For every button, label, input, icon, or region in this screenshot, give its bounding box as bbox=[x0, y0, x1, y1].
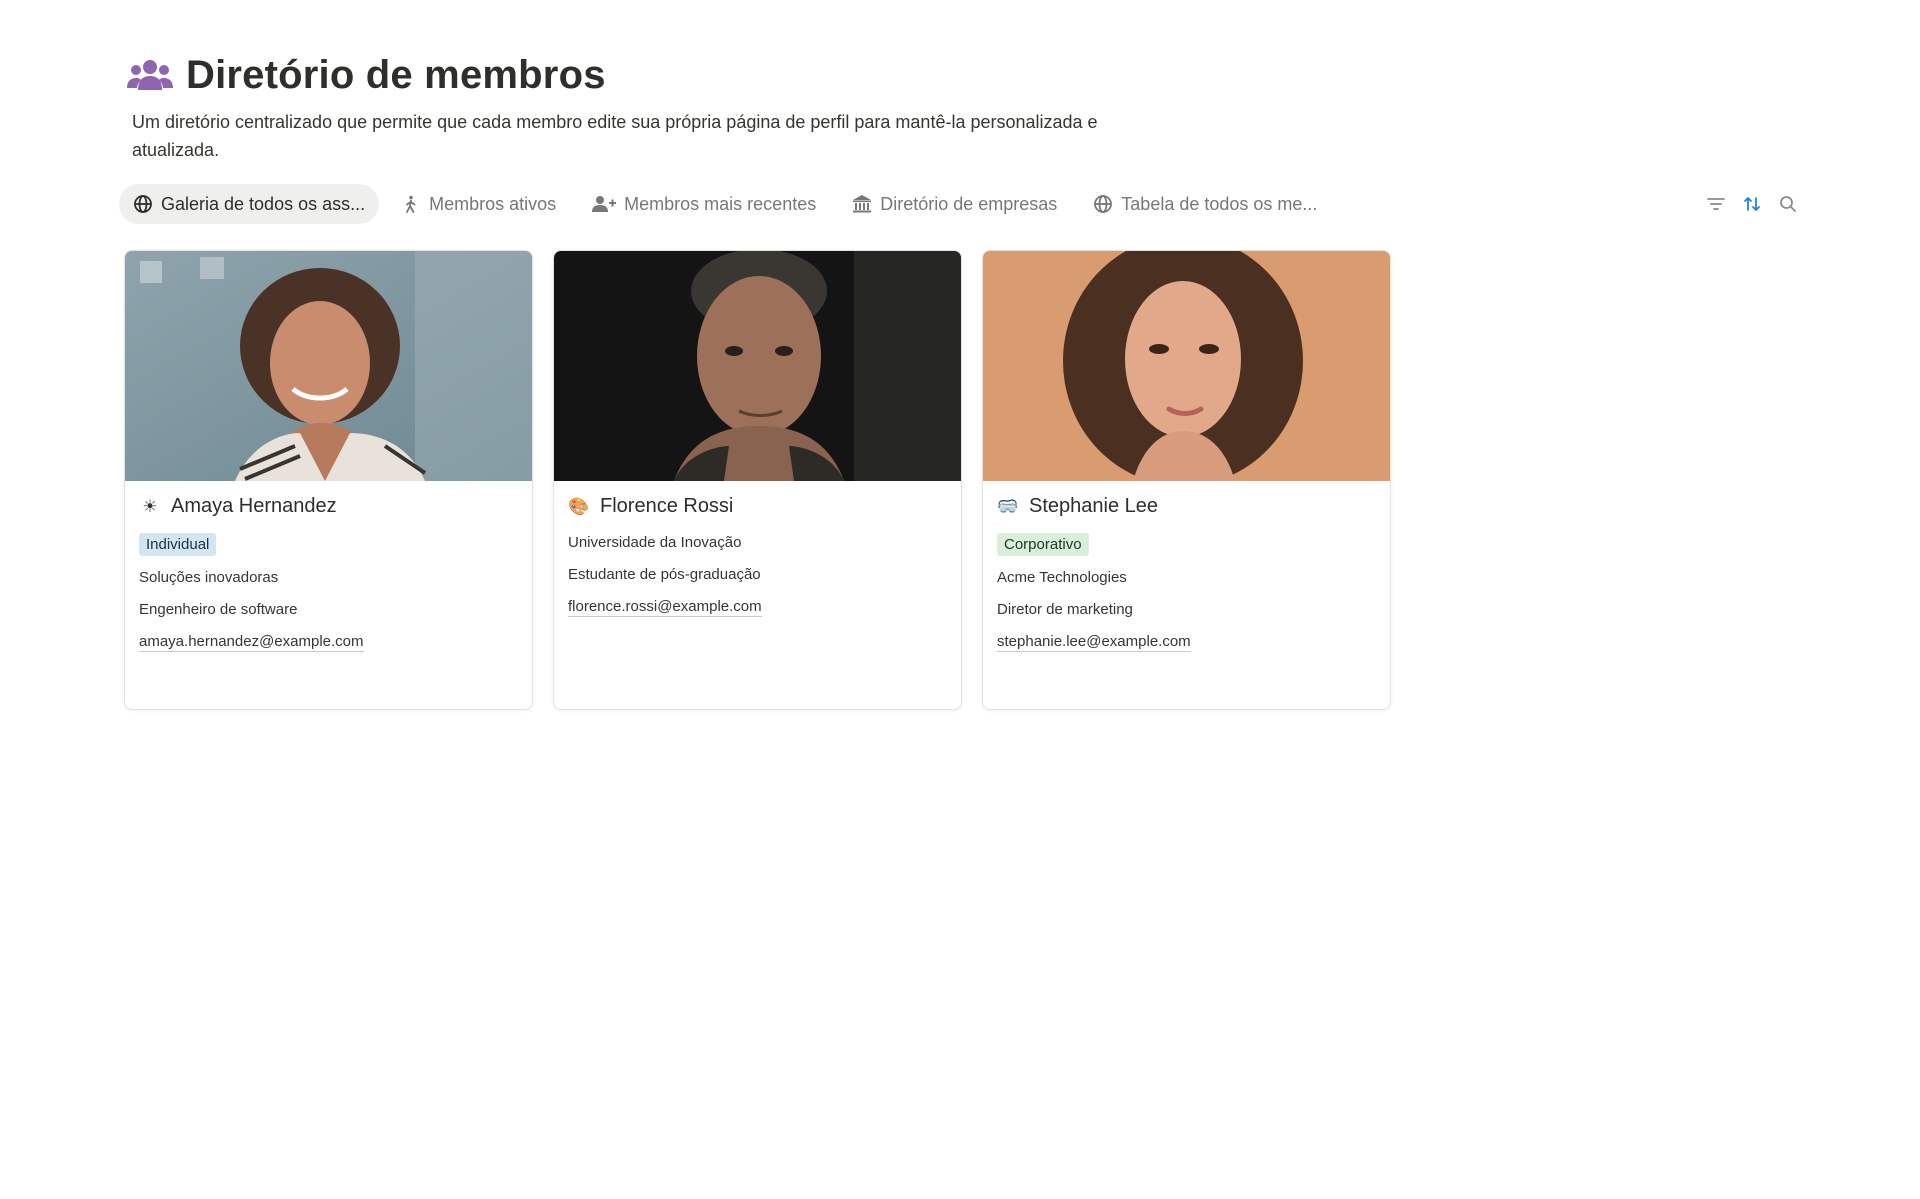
tab-label: Membros mais recentes bbox=[624, 193, 817, 214]
tab-label: Tabela de todos os me... bbox=[1121, 193, 1318, 214]
member-company: Universidade da Inovação bbox=[568, 534, 742, 551]
search-icon bbox=[1780, 196, 1796, 212]
title-row: Diretório de membros bbox=[126, 52, 1426, 98]
tab-membros-ativos[interactable]: Membros ativos bbox=[387, 184, 570, 224]
bank-icon bbox=[853, 195, 872, 213]
tab-membros-recentes[interactable]: Membros mais recentes bbox=[578, 184, 830, 224]
card-title-row: ☀ Amaya Hernandez bbox=[139, 493, 518, 519]
member-photo bbox=[983, 251, 1390, 481]
view-tabs-bar: Galeria de todos os ass... Membros ativo… bbox=[119, 183, 1809, 225]
member-email-link[interactable]: stephanie.lee@example.com bbox=[997, 633, 1191, 652]
member-email-link[interactable]: florence.rossi@example.com bbox=[568, 598, 762, 617]
palette-icon: 🎨 bbox=[568, 496, 590, 516]
filter-icon bbox=[1707, 198, 1725, 210]
member-name[interactable]: Stephanie Lee bbox=[1029, 495, 1158, 518]
card-title-row: 🎨 Florence Rossi bbox=[568, 493, 947, 519]
search-button[interactable] bbox=[1777, 193, 1799, 215]
people-group-icon[interactable] bbox=[126, 52, 174, 98]
member-gallery: ☀ Amaya Hernandez Individual Soluções in… bbox=[124, 250, 1391, 710]
member-photo bbox=[554, 251, 961, 481]
view-tabs: Galeria de todos os ass... Membros ativo… bbox=[119, 183, 1809, 225]
member-type-badge: Corporativo bbox=[997, 533, 1089, 556]
card-body: ☀ Amaya Hernandez Individual Soluções in… bbox=[125, 481, 532, 664]
tab-galeria-todos[interactable]: Galeria de todos os ass... bbox=[119, 184, 380, 224]
page: Diretório de membros Um diretório centra… bbox=[0, 0, 1920, 1199]
view-tools bbox=[1705, 183, 1799, 225]
card-title-row: 🥽 Stephanie Lee bbox=[997, 493, 1376, 519]
sort-icon bbox=[1744, 197, 1760, 211]
filter-button[interactable] bbox=[1705, 193, 1727, 215]
member-email-link[interactable]: amaya.hernandez@example.com bbox=[139, 633, 364, 652]
member-card[interactable]: 🥽 Stephanie Lee Corporativo Acme Technol… bbox=[982, 250, 1391, 710]
globe-icon bbox=[134, 195, 152, 213]
sort-button[interactable] bbox=[1741, 193, 1763, 215]
member-role: Diretor de marketing bbox=[997, 601, 1133, 618]
member-name[interactable]: Amaya Hernandez bbox=[171, 495, 337, 518]
member-company: Soluções inovadoras bbox=[139, 569, 279, 586]
tab-label: Diretório de empresas bbox=[880, 193, 1058, 214]
member-photo bbox=[125, 251, 532, 481]
globe-icon bbox=[1094, 195, 1113, 213]
sun-icon: ☀ bbox=[142, 496, 158, 516]
page-title[interactable]: Diretório de membros bbox=[186, 52, 606, 98]
card-body: 🥽 Stephanie Lee Corporativo Acme Technol… bbox=[983, 481, 1390, 664]
tab-tabela-todos[interactable]: Tabela de todos os me... bbox=[1079, 184, 1331, 224]
member-name[interactable]: Florence Rossi bbox=[600, 495, 733, 518]
walking-person-icon bbox=[406, 195, 416, 213]
member-type-badge: Individual bbox=[139, 533, 217, 556]
page-description[interactable]: Um diretório centralizado que permite qu… bbox=[132, 108, 1132, 164]
add-person-icon bbox=[592, 196, 617, 212]
tab-label: Galeria de todos os ass... bbox=[161, 193, 366, 214]
member-company: Acme Technologies bbox=[997, 569, 1127, 586]
card-body: 🎨 Florence Rossi Universidade da Inovaçã… bbox=[554, 481, 961, 629]
member-role: Estudante de pós-graduação bbox=[568, 566, 761, 583]
page-header: Diretório de membros Um diretório centra… bbox=[126, 52, 1426, 164]
member-role: Engenheiro de software bbox=[139, 601, 298, 618]
member-card[interactable]: 🎨 Florence Rossi Universidade da Inovaçã… bbox=[553, 250, 962, 710]
tab-label: Membros ativos bbox=[429, 193, 557, 214]
member-card[interactable]: ☀ Amaya Hernandez Individual Soluções in… bbox=[124, 250, 533, 710]
goggles-icon: 🥽 bbox=[997, 496, 1019, 516]
tab-diretorio-empresas[interactable]: Diretório de empresas bbox=[838, 184, 1071, 224]
